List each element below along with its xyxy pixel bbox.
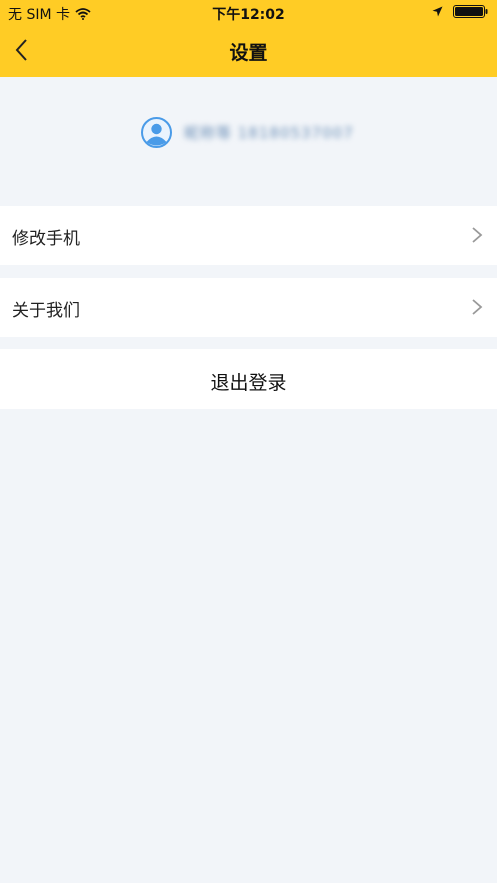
logout-button[interactable]: 退出登录	[0, 349, 497, 409]
change-phone-item[interactable]: 修改手机	[0, 206, 497, 265]
user-name-phone: 昵称等 18180537007	[184, 124, 354, 142]
about-us-item[interactable]: 关于我们	[0, 278, 497, 337]
status-time: 下午12:02	[212, 7, 285, 23]
profile-header: 昵称等 18180537007	[0, 77, 497, 205]
location-arrow-icon	[432, 6, 443, 17]
change-phone-label: 修改手机	[12, 229, 80, 249]
battery-icon	[453, 5, 488, 18]
about-us-label: 关于我们	[12, 301, 80, 321]
chevron-right-icon	[472, 299, 483, 315]
chevron-right-icon	[472, 227, 483, 243]
page-title: 设置	[229, 42, 268, 64]
user-avatar-icon	[141, 117, 172, 148]
logout-label: 退出登录	[210, 372, 287, 394]
status-right-group	[432, 5, 489, 18]
status-bar: 无 SIM 卡 下午12:02	[0, 0, 497, 24]
nav-bar: 设置	[0, 24, 497, 77]
